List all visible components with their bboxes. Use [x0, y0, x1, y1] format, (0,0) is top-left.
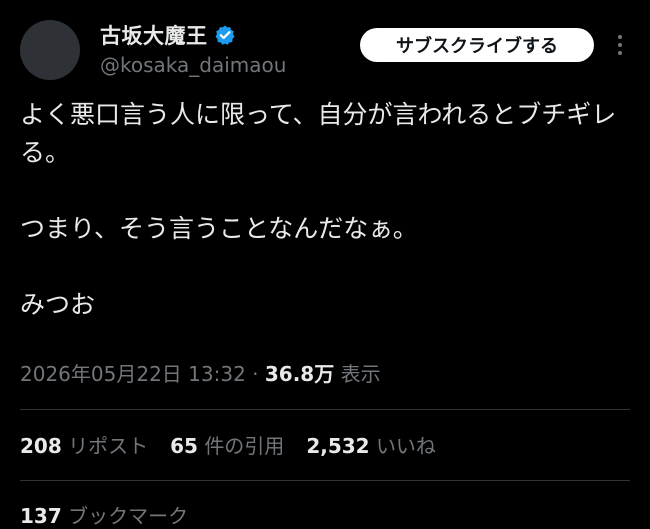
likes-label: いいね — [375, 434, 436, 458]
likes-stat[interactable]: 2,532 いいね — [306, 430, 436, 459]
verified-badge-icon[interactable] — [214, 24, 236, 46]
reposts-stat[interactable]: 208 リポスト — [20, 430, 148, 459]
divider — [20, 409, 630, 410]
more-vertical-icon[interactable] — [608, 30, 632, 60]
author-display-name[interactable]: 古坂大魔王 — [100, 20, 208, 50]
reposts-count: 208 — [20, 434, 62, 458]
author-name-row: 古坂大魔王 — [100, 20, 236, 50]
quotes-count: 65 — [170, 434, 198, 458]
quotes-stat[interactable]: 65 件の引用 — [170, 430, 284, 459]
engagement-stats: 208 リポスト 65 件の引用 2,532 いいね — [20, 430, 436, 459]
divider — [20, 480, 630, 481]
views-count: 36.8万 — [264, 362, 335, 386]
bookmarks-label: ブックマーク — [68, 504, 189, 528]
bookmarks-stat[interactable]: 137 ブックマーク — [20, 500, 188, 529]
author-handle[interactable]: @kosaka_daimaou — [100, 53, 286, 77]
reposts-label: リポスト — [68, 434, 149, 458]
tweet-paragraph: よく悪口言う人に限って、自分が言われるとブチギレる。 — [20, 100, 617, 167]
quotes-label: 件の引用 — [204, 434, 285, 458]
views-label: 表示 — [340, 362, 381, 386]
tweet-text: よく悪口言う人に限って、自分が言われるとブチギレる。 つまり、そう言うことなんだ… — [20, 96, 632, 324]
likes-count: 2,532 — [306, 434, 370, 458]
bookmarks-count: 137 — [20, 504, 62, 528]
tweet-timestamp[interactable]: 2026年05月22日 13:32 — [20, 362, 246, 386]
tweet-meta: 2026年05月22日 13:32 · 36.8万 表示 — [20, 358, 381, 387]
subscribe-button[interactable]: サブスクライブする — [360, 28, 594, 62]
avatar[interactable] — [20, 20, 80, 80]
meta-separator: · — [252, 362, 259, 386]
tweet-paragraph: みつお — [20, 290, 96, 319]
tweet-paragraph: つまり、そう言うことなんだなぁ。 — [20, 214, 418, 243]
